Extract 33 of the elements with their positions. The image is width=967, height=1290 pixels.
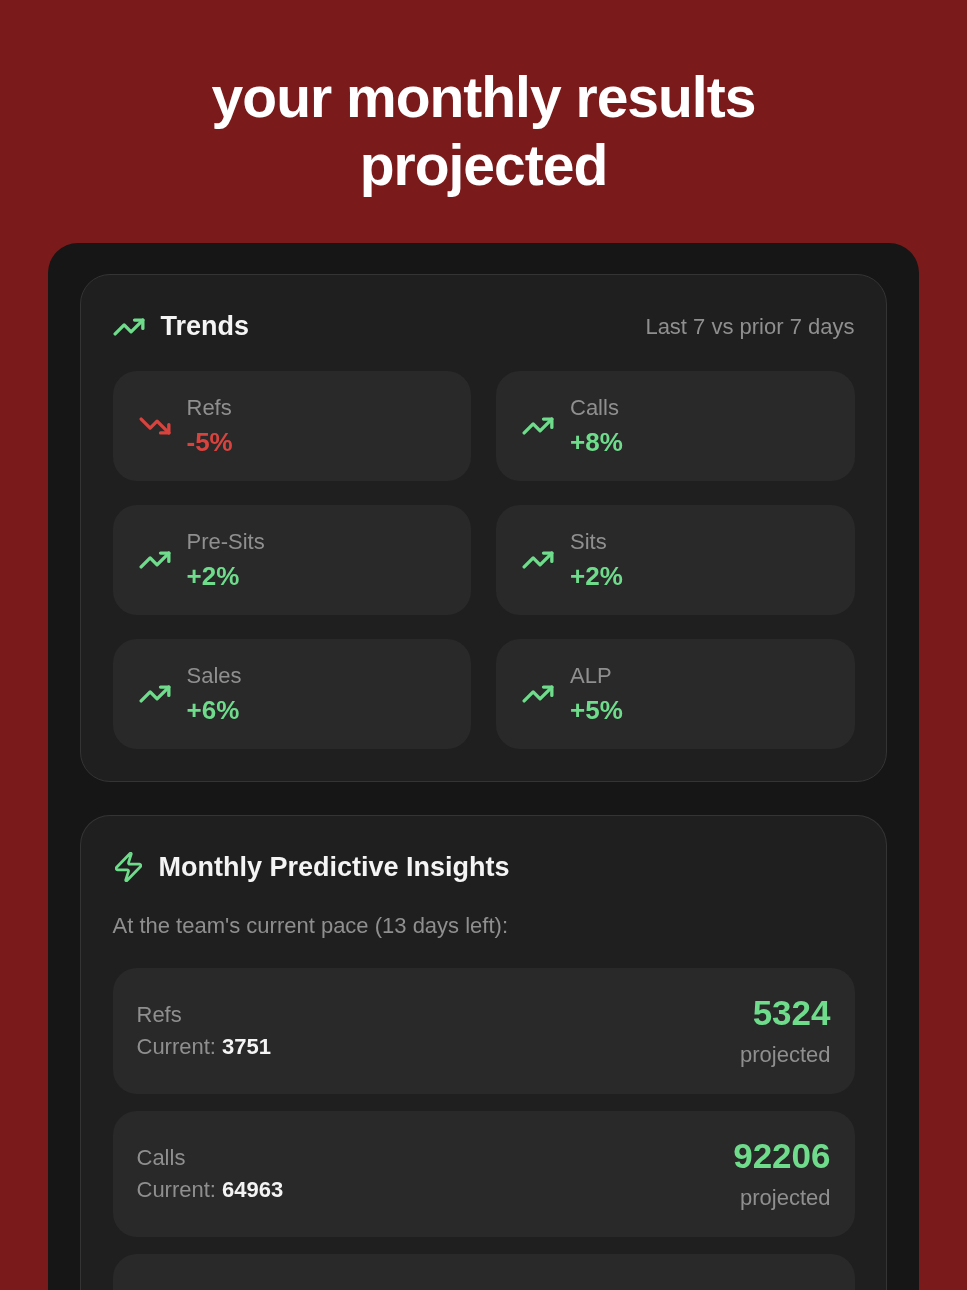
trend-up-icon xyxy=(522,550,554,569)
trend-up-icon xyxy=(138,684,171,703)
projected-value: 5324 xyxy=(752,992,831,1034)
metric-label: Refs xyxy=(186,393,233,422)
change-value: +2% xyxy=(186,559,241,593)
change-value: +5% xyxy=(570,693,623,727)
metric-label: Sits xyxy=(570,527,608,556)
change-value: +2% xyxy=(570,559,623,593)
headline: your monthly results projected xyxy=(210,64,757,199)
metric-label: Calls xyxy=(136,1144,187,1172)
metric-label: Calls xyxy=(570,393,620,422)
change-value: +8% xyxy=(570,425,623,459)
metric-label: ALP xyxy=(570,661,613,690)
current-value-text: Current: 64963 xyxy=(136,1176,284,1204)
period-text: Last 7 vs prior 7 days xyxy=(645,313,855,340)
trend-up-icon xyxy=(522,416,554,435)
card-title: Trends xyxy=(160,311,250,342)
trend-up-icon xyxy=(112,317,145,336)
change-value: +6% xyxy=(186,693,241,727)
metric-label: Pre-Sits xyxy=(186,527,265,556)
lightning-icon xyxy=(114,852,142,882)
trend-up-icon xyxy=(522,684,554,703)
metric-label: Sales xyxy=(186,661,242,690)
trend-down-icon xyxy=(138,416,171,435)
projected-value: 92206 xyxy=(733,1135,831,1177)
projected-label: projected xyxy=(740,1041,831,1069)
card-title: Monthly Predictive Insights xyxy=(158,851,510,883)
trend-up-icon xyxy=(138,550,171,569)
change-value: -5% xyxy=(186,425,233,459)
subtitle-text: At the team's current pace (13 days left): xyxy=(112,912,509,940)
current-value-text: Current: 3751 xyxy=(136,1033,272,1061)
projected-label: projected xyxy=(740,1184,831,1212)
metric-label: Refs xyxy=(136,1001,183,1029)
